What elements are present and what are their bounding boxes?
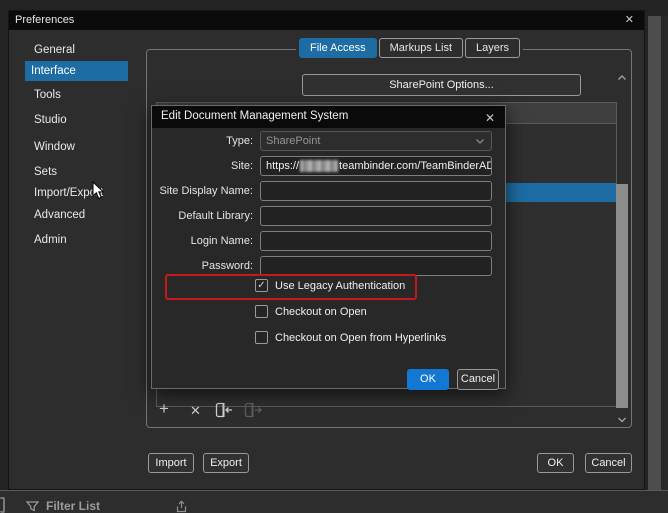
site-input[interactable]: https:// teambinder.com/TeamBinderADFS/P… [260,156,492,176]
password-label: Password: [201,260,253,272]
sidebar-item-admin[interactable]: Admin [25,230,128,250]
dms-list-scrollbar[interactable] [613,57,631,428]
checkout-hyperlinks-checkbox[interactable] [255,331,268,344]
filter-list-label: Filter List [46,499,101,513]
dms-ok-button[interactable]: OK [407,369,449,390]
checkout-on-open-row: Checkout on Open [255,305,367,318]
share-icon [175,499,188,513]
dms-cancel-button[interactable]: Cancel [457,369,499,390]
window-title: Preferences [15,14,75,26]
import-button[interactable]: Import [148,453,194,473]
background-panel-handle [0,497,5,513]
check-icon: ✓ [257,280,266,291]
delete-dms-button[interactable]: ✕ [190,404,201,418]
tab-markups-list[interactable]: Markups List [378,38,463,58]
checkout-on-open-label: Checkout on Open [275,305,367,318]
site-display-name-label: Site Display Name: [159,185,253,197]
window-close-button[interactable]: ✕ [625,13,634,26]
site-display-name-input[interactable] [260,181,492,201]
checkout-hyperlinks-label: Checkout on Open from Hyperlinks [275,331,447,344]
check-out-button [243,402,263,418]
background-app-panel [648,16,661,513]
tab-file-access[interactable]: File Access [299,38,377,58]
add-dms-button[interactable]: + [159,400,169,417]
tab-layers[interactable]: Layers [465,38,521,58]
preferences-titlebar[interactable]: Preferences ✕ [9,11,644,30]
site-label: Site: [230,160,253,172]
prefs-cancel-button[interactable]: Cancel [585,453,632,473]
export-button[interactable]: Export [203,453,249,473]
sidebar-item-tools[interactable]: Tools [25,85,128,105]
check-in-icon [215,402,232,418]
sidebar-item-sets[interactable]: Sets [25,162,128,182]
preferences-window: Preferences ✕ General Interface Tools St… [8,10,645,490]
prefs-ok-button[interactable]: OK [537,453,574,473]
default-library-input[interactable] [260,206,492,226]
sidebar-item-studio[interactable]: Studio [25,110,128,130]
legacy-auth-checkbox[interactable]: ✓ [255,279,268,292]
sidebar-item-import-export[interactable]: Import/Export [25,183,128,203]
edit-dms-close-button[interactable]: ✕ [485,111,495,125]
legacy-auth-label: Use Legacy Authentication [275,279,406,292]
edit-dms-dialog: Edit Document Management System ✕ Type: … [151,105,506,390]
checkout-on-open-checkbox[interactable] [255,305,268,318]
edit-dms-titlebar[interactable]: Edit Document Management System ✕ [152,106,505,128]
sidebar-item-general[interactable]: General [25,40,128,60]
filter-list-control[interactable]: Filter List [26,499,188,513]
funnel-icon [26,500,39,512]
preferences-tabstrip: File Access Markups List Layers [296,38,524,59]
legacy-auth-checkbox-row: ✓ Use Legacy Authentication [255,279,405,292]
mouse-cursor [92,181,105,200]
redacted-text [300,160,339,172]
sidebar-item-window[interactable]: Window [25,137,128,157]
check-out-icon [244,402,262,418]
login-name-label: Login Name: [190,235,253,247]
edit-dms-title: Edit Document Management System [161,110,349,122]
background-app-gutter [661,16,668,513]
checkout-hyperlinks-row: Checkout on Open from Hyperlinks [255,331,446,344]
site-value-prefix: https:// [266,160,300,172]
type-label: Type: [226,135,253,147]
login-name-input[interactable] [260,231,492,251]
scrollbar-up-button[interactable] [615,71,629,85]
site-value-suffix: teambinder.com/TeamBinderADFS/P... [339,160,491,172]
sidebar-item-advanced[interactable]: Advanced [25,205,128,225]
default-library-label: Default Library: [178,210,253,222]
type-select-value: SharePoint [266,135,321,147]
password-input[interactable] [260,256,492,276]
sharepoint-options-button[interactable]: SharePoint Options... [302,74,581,96]
check-in-button[interactable] [214,402,234,418]
type-select: SharePoint [260,131,492,151]
scrollbar-thumb[interactable] [616,184,628,408]
scrollbar-down-button[interactable] [615,413,629,427]
chevron-down-icon [475,138,485,145]
sidebar-item-interface[interactable]: Interface [25,61,128,81]
